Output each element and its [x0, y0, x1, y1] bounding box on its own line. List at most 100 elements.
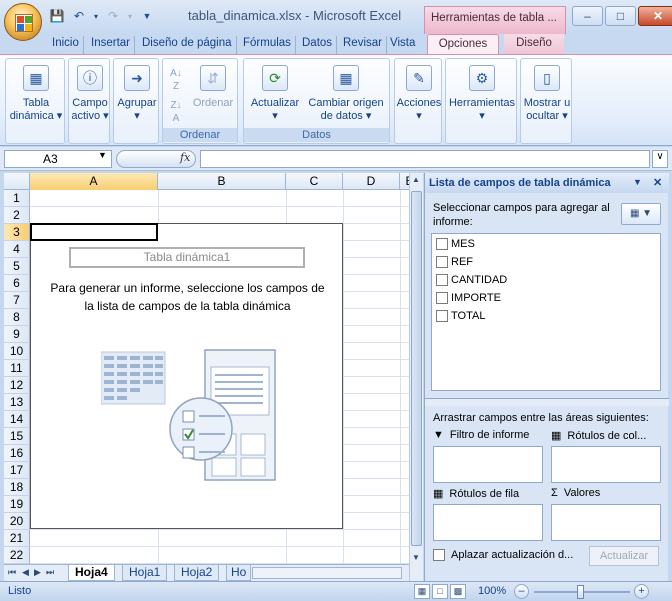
- sort-za-icon[interactable]: Z↓ A: [167, 99, 185, 125]
- tab-diseno[interactable]: Diseño: [504, 34, 564, 54]
- row-header[interactable]: 6: [4, 275, 30, 292]
- redo-dropdown-icon[interactable]: ▾: [126, 7, 134, 25]
- agrupar-button[interactable]: ➜ Agrupar ▾: [115, 65, 159, 123]
- normal-view-icon[interactable]: ▦: [414, 584, 430, 599]
- report-filter-area[interactable]: [433, 446, 543, 483]
- row-header[interactable]: 11: [4, 360, 30, 377]
- zoom-level[interactable]: 100%: [478, 585, 506, 597]
- name-box-dropdown-icon[interactable]: ▼: [98, 150, 107, 160]
- tab-insertar[interactable]: Insertar: [91, 36, 135, 54]
- pane-splitter[interactable]: [425, 398, 669, 406]
- scroll-thumb[interactable]: [411, 191, 422, 546]
- close-icon[interactable]: ✕: [638, 6, 672, 26]
- name-box[interactable]: A3: [4, 150, 112, 168]
- row-header[interactable]: 22: [4, 547, 30, 564]
- herramientas-button[interactable]: ⚙ Herramientas ▾: [448, 65, 516, 123]
- row-header[interactable]: 4: [4, 241, 30, 258]
- column-header-b[interactable]: B: [158, 173, 286, 190]
- sheet-tab-hoja1[interactable]: Hoja1: [122, 565, 168, 581]
- row-header[interactable]: 19: [4, 496, 30, 513]
- first-sheet-icon[interactable]: ⏮: [8, 567, 16, 578]
- redo-icon[interactable]: ↷: [104, 7, 122, 25]
- undo-dropdown-icon[interactable]: ▾: [92, 7, 100, 25]
- row-header[interactable]: 1: [4, 190, 30, 207]
- minimize-icon[interactable]: –: [572, 6, 603, 26]
- row-labels-area[interactable]: [433, 504, 543, 541]
- expand-formula-bar-icon[interactable]: ∨: [652, 150, 668, 168]
- scroll-down-icon[interactable]: ▼: [412, 553, 420, 562]
- office-button[interactable]: [4, 3, 42, 41]
- column-labels-area[interactable]: [551, 446, 661, 483]
- sort-az-icon[interactable]: A↓ Z: [167, 67, 185, 93]
- row-header[interactable]: 16: [4, 445, 30, 462]
- row-header[interactable]: 13: [4, 394, 30, 411]
- selected-cell-a3[interactable]: [30, 223, 158, 241]
- field-checkbox[interactable]: [436, 256, 448, 268]
- campo-activo-button[interactable]: ⓘ Campo activo ▾: [70, 65, 110, 123]
- sheet-tab-hoja4[interactable]: Hoja4: [68, 565, 115, 581]
- row-header[interactable]: 17: [4, 462, 30, 479]
- row-header[interactable]: 15: [4, 428, 30, 445]
- zoom-in-icon[interactable]: +: [634, 584, 649, 599]
- undo-icon[interactable]: ↶: [70, 7, 88, 25]
- horizontal-scrollbar[interactable]: [252, 567, 402, 579]
- pane-options-icon[interactable]: ▼: [633, 177, 642, 187]
- row-header[interactable]: 3: [4, 224, 30, 241]
- field-checkbox[interactable]: [436, 310, 448, 322]
- pivot-table-placeholder[interactable]: Tabla dinámica1 Para generar un informe,…: [30, 223, 343, 529]
- tab-formulas[interactable]: Fórmulas: [243, 36, 296, 54]
- last-sheet-icon[interactable]: ⏭: [46, 567, 54, 578]
- customize-qat-icon[interactable]: ▼: [138, 7, 156, 25]
- column-header-c[interactable]: C: [286, 173, 343, 190]
- defer-update-option[interactable]: Aplazar actualización d...: [433, 549, 573, 561]
- row-header[interactable]: 2: [4, 207, 30, 224]
- tab-datos[interactable]: Datos: [302, 36, 338, 54]
- zoom-out-icon[interactable]: –: [514, 584, 529, 599]
- row-header[interactable]: 20: [4, 513, 30, 530]
- field-item-total[interactable]: TOTAL: [436, 308, 485, 324]
- field-checkbox[interactable]: [436, 238, 448, 250]
- actualizar-button[interactable]: ⟳ Actualizar ▾: [247, 65, 303, 123]
- tab-vista[interactable]: Vista: [390, 36, 415, 54]
- tabla-dinamica-button[interactable]: ▦ Tabla dinámica ▾: [8, 65, 64, 123]
- values-area[interactable]: [551, 504, 661, 541]
- field-item-ref[interactable]: REF: [436, 254, 473, 270]
- row-header[interactable]: 18: [4, 479, 30, 496]
- row-header[interactable]: 8: [4, 309, 30, 326]
- sheet-tab-ho[interactable]: Ho: [226, 565, 252, 581]
- row-header[interactable]: 12: [4, 377, 30, 394]
- field-list-layout-icon[interactable]: ▦ ▼: [621, 203, 661, 225]
- update-button[interactable]: Actualizar: [589, 546, 659, 566]
- tab-diseno-pagina[interactable]: Diseño de página: [142, 36, 237, 54]
- row-header[interactable]: 10: [4, 343, 30, 360]
- row-header[interactable]: 7: [4, 292, 30, 309]
- column-header-e[interactable]: E: [400, 173, 409, 190]
- save-icon[interactable]: 💾: [48, 7, 66, 25]
- column-header-a[interactable]: A: [30, 173, 158, 190]
- select-all-corner[interactable]: [4, 173, 30, 190]
- mostrar-ocultar-button[interactable]: ▯ Mostrar u ocultar ▾: [521, 65, 573, 123]
- worksheet[interactable]: A B C D E 123456789101112131415161718192…: [4, 173, 409, 564]
- tab-opciones[interactable]: Opciones: [427, 34, 499, 56]
- page-break-view-icon[interactable]: ▩: [450, 584, 466, 599]
- field-checkbox[interactable]: [436, 292, 448, 304]
- ordenar-button[interactable]: ⇵ Ordenar: [189, 65, 237, 110]
- formula-input[interactable]: [200, 150, 650, 168]
- column-header-d[interactable]: D: [343, 173, 400, 190]
- scroll-up-icon[interactable]: ▲: [412, 175, 420, 184]
- zoom-slider-thumb[interactable]: [577, 585, 584, 599]
- row-header[interactable]: 9: [4, 326, 30, 343]
- next-sheet-icon[interactable]: ▶: [34, 567, 41, 578]
- maximize-icon[interactable]: □: [605, 6, 636, 26]
- field-item-mes[interactable]: MES: [436, 236, 475, 252]
- field-item-importe[interactable]: IMPORTE: [436, 290, 501, 306]
- row-header[interactable]: 5: [4, 258, 30, 275]
- insert-function-icon[interactable]: fx: [180, 151, 190, 164]
- acciones-button[interactable]: ✎ Acciones ▾: [396, 65, 442, 123]
- tab-revisar[interactable]: Revisar: [343, 36, 387, 54]
- pane-close-icon[interactable]: ✕: [653, 176, 662, 189]
- cambiar-origen-button[interactable]: ▦ Cambiar origen de datos ▾: [304, 65, 388, 123]
- sheet-tab-hoja2[interactable]: Hoja2: [174, 565, 220, 581]
- page-layout-view-icon[interactable]: □: [432, 584, 448, 599]
- field-checkbox[interactable]: [436, 274, 448, 286]
